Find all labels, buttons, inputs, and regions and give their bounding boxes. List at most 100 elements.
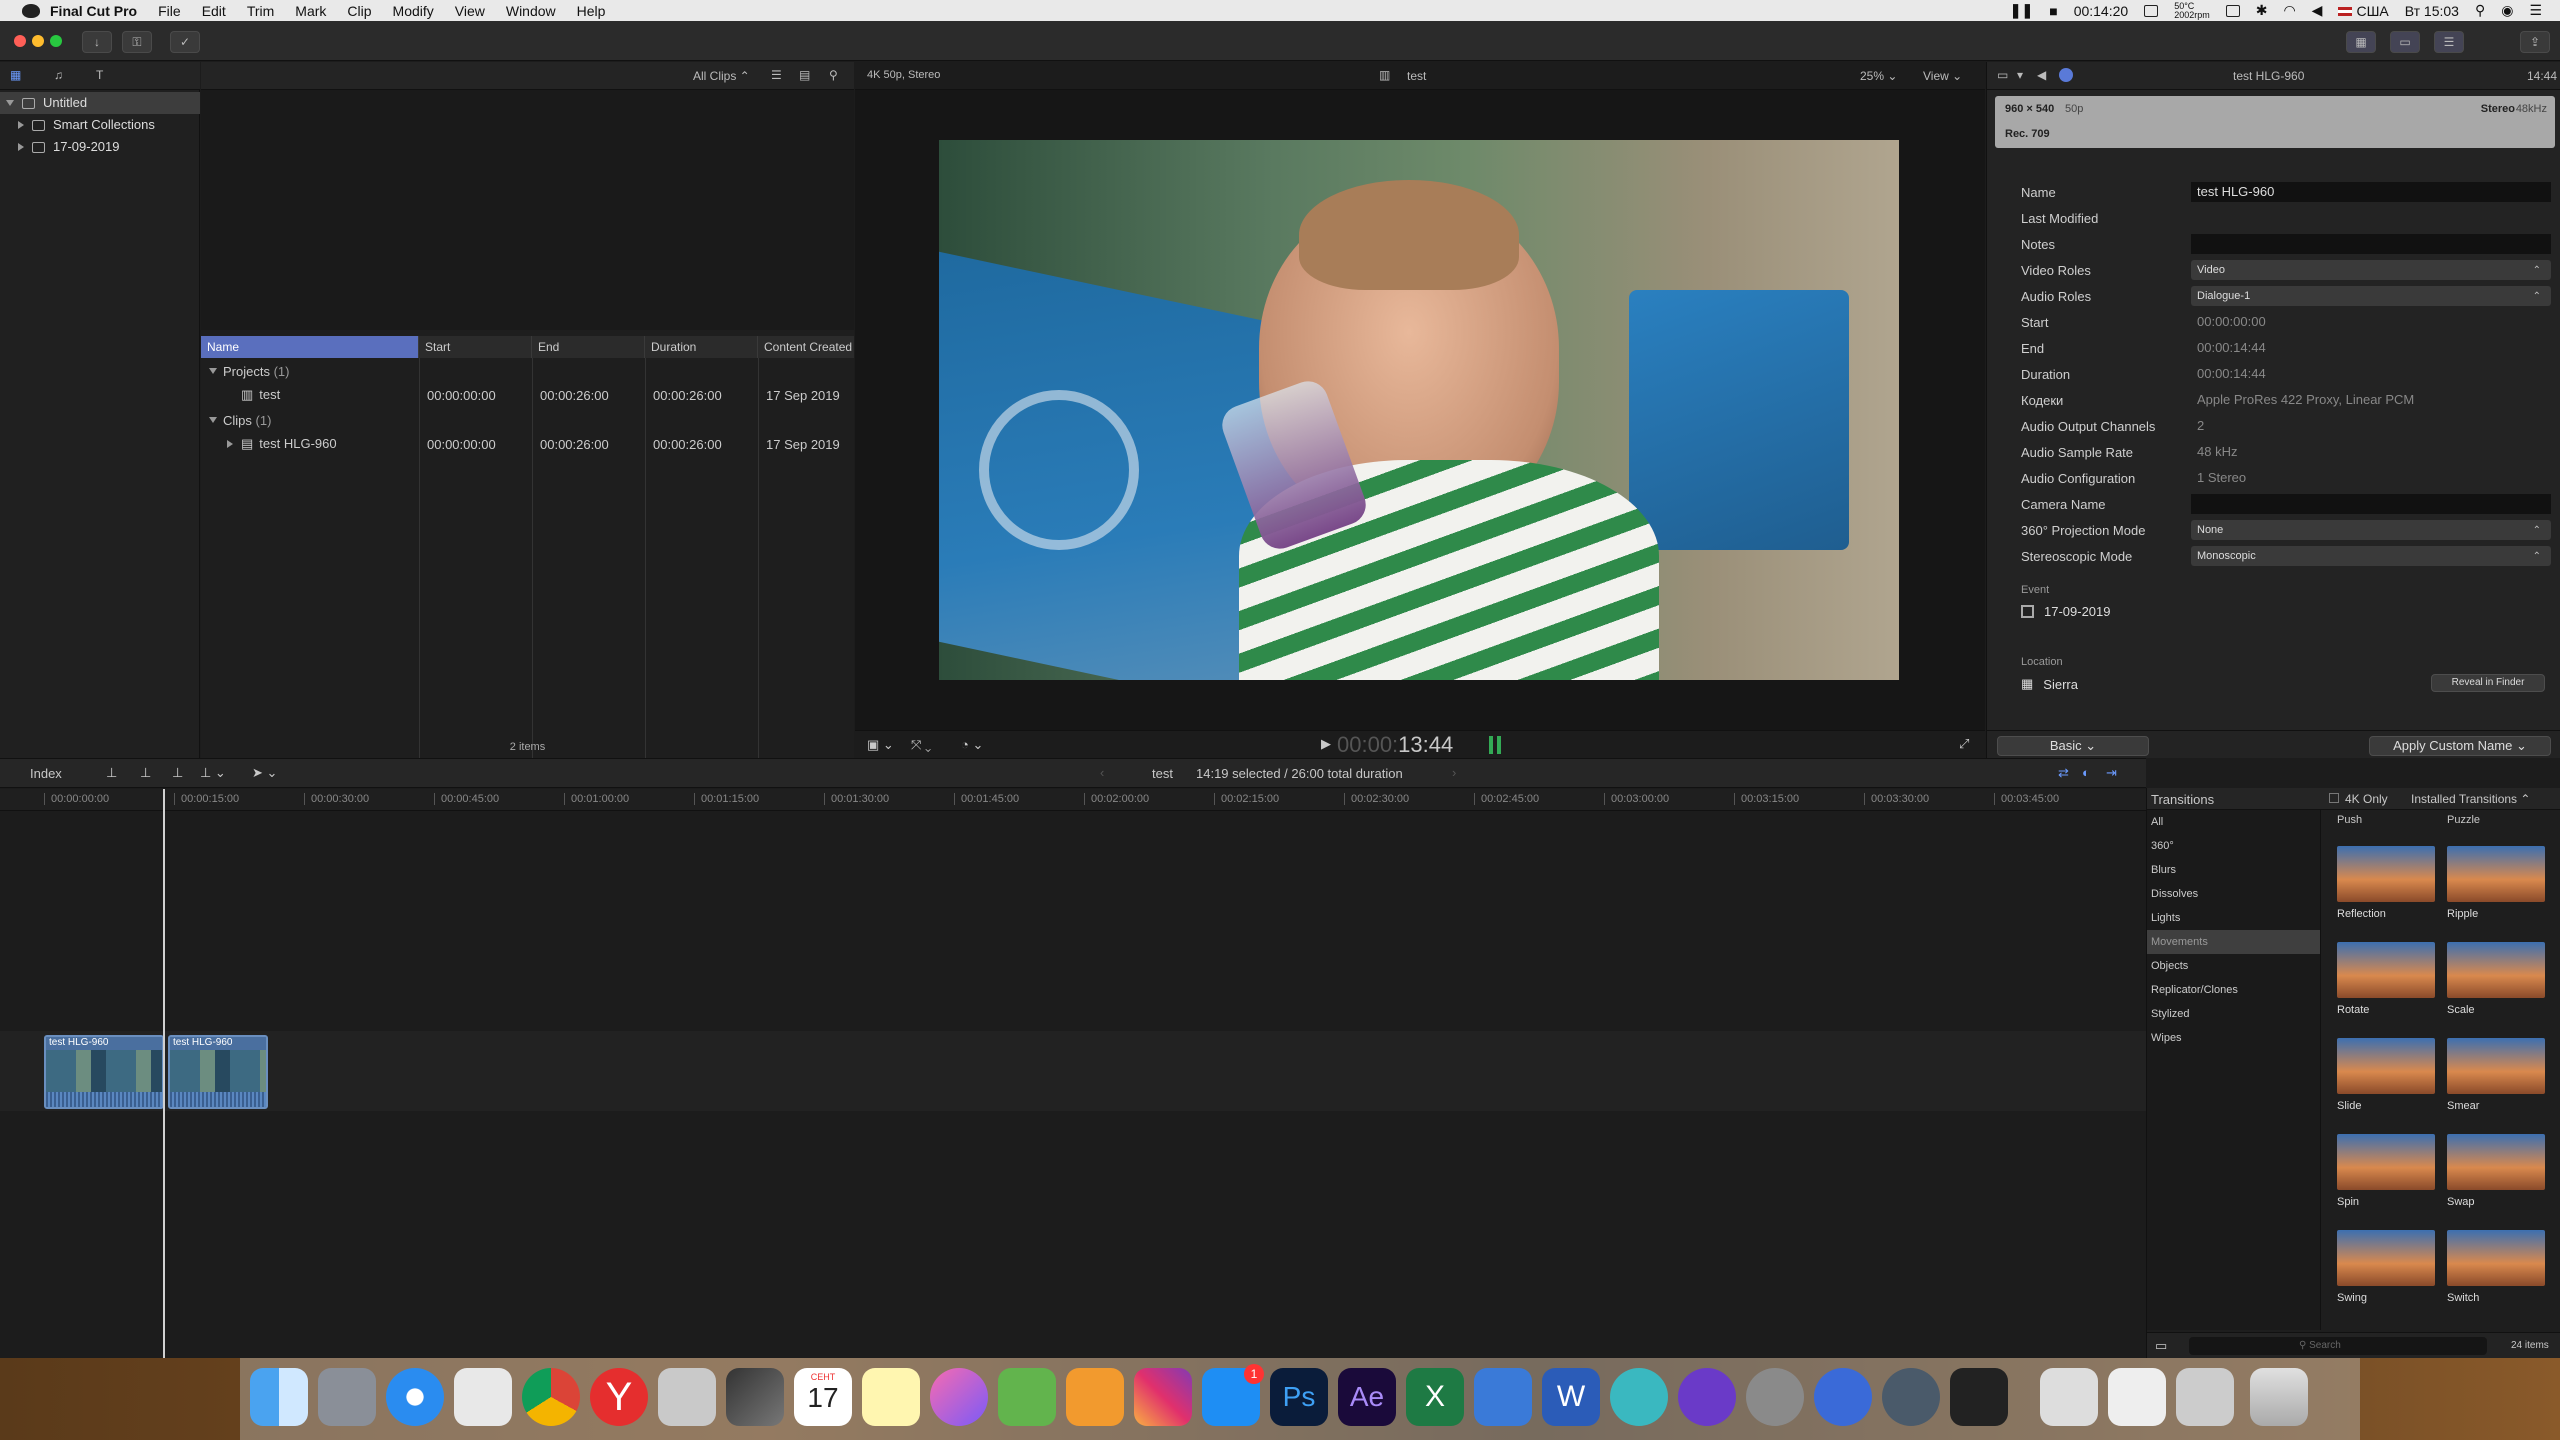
transition-item[interactable]: Ripple bbox=[2447, 846, 2547, 942]
notes-icon[interactable] bbox=[862, 1368, 920, 1426]
sidebar-toggle-icon[interactable]: ▭ bbox=[2155, 1338, 2167, 1354]
transition-category[interactable]: All bbox=[2147, 810, 2320, 834]
transition-item-label[interactable]: Puzzle bbox=[2447, 814, 2480, 826]
video-inspector-icon[interactable]: ▭ bbox=[1997, 68, 2008, 82]
clip-filter-select[interactable]: All Clips ⌃ bbox=[693, 69, 750, 83]
launchpad-icon[interactable] bbox=[318, 1368, 376, 1426]
record-stop-icon[interactable]: ■ bbox=[2049, 3, 2057, 19]
disclosure-triangle-icon[interactable] bbox=[209, 417, 217, 423]
timeline-ruler[interactable]: 00:00:00:00 00:00:15:00 00:00:30:00 00:00:4… bbox=[0, 789, 2146, 811]
reveal-in-finder-button[interactable]: Reveal in Finder bbox=[2431, 674, 2545, 692]
background-tasks-button[interactable]: ✓ bbox=[170, 31, 200, 53]
menubar-clock[interactable]: Вт 15:03 bbox=[2405, 3, 2459, 19]
app-menu[interactable]: Final Cut Pro bbox=[50, 3, 137, 19]
audio-skimming-icon[interactable]: ⇄ bbox=[2058, 765, 2069, 781]
safari-icon[interactable] bbox=[386, 1368, 444, 1426]
trash-icon[interactable] bbox=[2250, 1368, 2308, 1426]
chrome-icon[interactable] bbox=[522, 1368, 580, 1426]
calculator-icon[interactable] bbox=[658, 1368, 716, 1426]
transform-tool-icon[interactable]: ⤧ ⌄ bbox=[911, 737, 931, 753]
menu-file[interactable]: File bbox=[158, 3, 181, 19]
volume-icon[interactable]: ◀ bbox=[2312, 2, 2323, 19]
transition-category[interactable]: Objects bbox=[2147, 954, 2320, 978]
minimize-window-button[interactable] bbox=[32, 35, 44, 47]
word-icon[interactable]: W bbox=[1542, 1368, 1600, 1426]
disclosure-triangle-icon[interactable] bbox=[6, 100, 14, 106]
document-stack-icon[interactable] bbox=[2040, 1368, 2098, 1426]
excel-icon[interactable]: X bbox=[1406, 1368, 1464, 1426]
finder-icon[interactable] bbox=[250, 1368, 308, 1426]
library-untitled[interactable]: Untitled bbox=[0, 92, 200, 114]
search-icon[interactable]: ⚲ bbox=[829, 68, 838, 82]
pause-icon[interactable]: ❚❚ bbox=[2010, 2, 2033, 19]
disclosure-triangle-icon[interactable] bbox=[209, 368, 217, 374]
apply-custom-name-select[interactable]: Apply Custom Name ⌄ bbox=[2369, 736, 2551, 756]
snapping-icon[interactable]: ⇥ bbox=[2106, 765, 2117, 781]
timeline-index-button[interactable]: Index bbox=[30, 766, 62, 781]
disclosure-triangle-icon[interactable] bbox=[18, 143, 24, 151]
column-end[interactable]: End bbox=[532, 336, 645, 358]
info-inspector-icon[interactable] bbox=[2059, 68, 2073, 82]
transition-item[interactable]: Spin bbox=[2337, 1134, 2437, 1230]
titles-generators-icon[interactable]: T bbox=[96, 68, 103, 82]
zoom-window-button[interactable] bbox=[50, 35, 62, 47]
column-name[interactable]: Name bbox=[201, 336, 419, 358]
menu-mark[interactable]: Mark bbox=[295, 3, 326, 19]
installed-transitions-select[interactable]: Installed Transitions ⌃ bbox=[2411, 792, 2530, 806]
group-row-projects[interactable]: Projects (1) bbox=[201, 359, 854, 383]
keywords-button[interactable]: ⚿ bbox=[122, 31, 152, 53]
metadata-view-select[interactable]: Basic ⌄ bbox=[1997, 736, 2149, 756]
transition-item[interactable]: Reflection bbox=[2337, 846, 2437, 942]
menu-trim[interactable]: Trim bbox=[247, 3, 274, 19]
libraries-icon[interactable]: ▦ bbox=[10, 68, 21, 82]
insert-clip-icon[interactable]: ⊥ bbox=[140, 765, 151, 781]
screenshots-stack-icon[interactable] bbox=[2176, 1368, 2234, 1426]
speed-icon[interactable]: ◔ ⌄ bbox=[961, 737, 983, 753]
solo-icon[interactable]: ◐ bbox=[2082, 765, 2090, 780]
menu-modify[interactable]: Modify bbox=[393, 3, 434, 19]
playhead[interactable] bbox=[163, 789, 165, 1358]
show-timeline-button[interactable]: ▭ bbox=[2390, 31, 2420, 53]
show-inspector-button[interactable]: ☰ bbox=[2434, 31, 2464, 53]
viewer-options-icon[interactable]: ▣ ⌄ bbox=[867, 737, 894, 753]
preview-icon[interactable] bbox=[1950, 1368, 2008, 1426]
filmstrip-icon[interactable]: ▤ bbox=[799, 68, 810, 82]
apple-menu-icon[interactable] bbox=[22, 3, 40, 18]
transition-item[interactable]: Smear bbox=[2447, 1038, 2547, 1134]
final-cut-pro-icon[interactable] bbox=[726, 1368, 784, 1426]
transition-category[interactable]: Stylized bbox=[2147, 1002, 2320, 1026]
airplay-icon[interactable] bbox=[2225, 4, 2240, 17]
view-select[interactable]: View ⌄ bbox=[1923, 69, 1962, 83]
field-select[interactable]: Monoscopic bbox=[2191, 546, 2551, 566]
play-icon[interactable]: ▶ bbox=[1321, 736, 1331, 752]
transition-category[interactable]: Movements bbox=[2147, 930, 2320, 954]
podcast-app-icon[interactable] bbox=[1678, 1368, 1736, 1426]
transition-category[interactable]: Lights bbox=[2147, 906, 2320, 930]
display-icon[interactable] bbox=[2144, 4, 2159, 17]
photos-audio-icon[interactable]: ♫ bbox=[54, 68, 63, 82]
utorrent-icon[interactable] bbox=[998, 1368, 1056, 1426]
field-select[interactable]: None bbox=[2191, 520, 2551, 540]
books-icon[interactable] bbox=[1066, 1368, 1124, 1426]
show-browser-button[interactable]: ▦ bbox=[2346, 31, 2376, 53]
column-duration[interactable]: Duration bbox=[645, 336, 758, 358]
menu-help[interactable]: Help bbox=[577, 3, 606, 19]
utility-app-icon[interactable] bbox=[1814, 1368, 1872, 1426]
transition-item[interactable]: Scale bbox=[2447, 942, 2547, 1038]
disclosure-triangle-icon[interactable] bbox=[18, 121, 24, 129]
menu-window[interactable]: Window bbox=[506, 3, 556, 19]
4k-only-checkbox[interactable]: 4K Only bbox=[2329, 792, 2388, 806]
column-start[interactable]: Start bbox=[419, 336, 532, 358]
transition-item[interactable]: Switch bbox=[2447, 1230, 2547, 1326]
timeline-clip[interactable]: test HLG-960 bbox=[168, 1035, 268, 1109]
field-select[interactable]: Dialogue-1 bbox=[2191, 286, 2551, 306]
calendar-icon[interactable]: СЕНТ 17 bbox=[794, 1368, 852, 1426]
menu-clip[interactable]: Clip bbox=[347, 3, 371, 19]
transition-item[interactable]: Swap bbox=[2447, 1134, 2547, 1230]
overwrite-clip-icon[interactable]: ⊥ ⌄ bbox=[200, 765, 226, 781]
disk-utility-icon[interactable] bbox=[1882, 1368, 1940, 1426]
import-button[interactable]: ↓ bbox=[82, 31, 112, 53]
history-forward-icon[interactable]: › bbox=[1452, 765, 1456, 780]
wifi-icon[interactable]: ◠ bbox=[2283, 2, 2295, 19]
transition-category[interactable]: Dissolves bbox=[2147, 882, 2320, 906]
